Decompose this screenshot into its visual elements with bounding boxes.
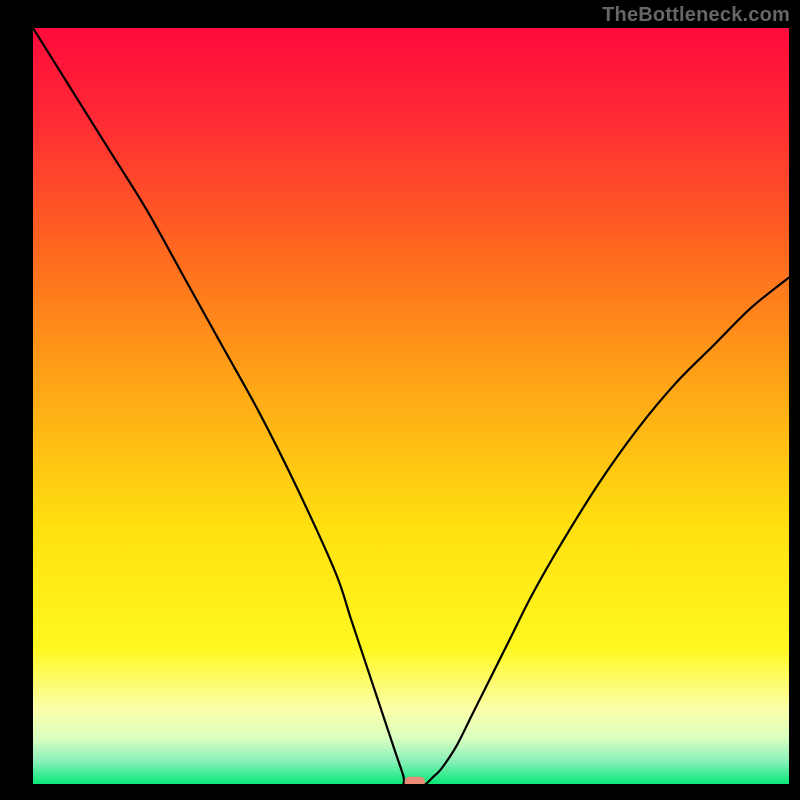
chart-frame: TheBottleneck.com — [0, 0, 800, 800]
optimum-marker — [405, 777, 425, 784]
bottleneck-chart — [33, 28, 789, 784]
plot-area — [33, 28, 789, 784]
gradient-background — [33, 28, 789, 784]
watermark-text: TheBottleneck.com — [602, 4, 790, 27]
